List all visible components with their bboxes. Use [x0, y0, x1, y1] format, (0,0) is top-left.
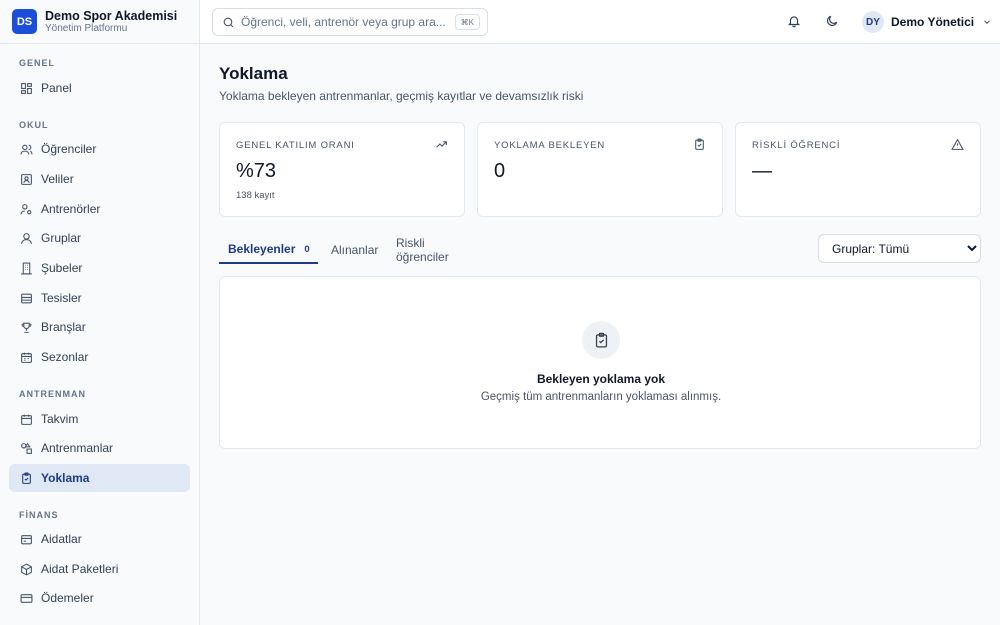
search-input[interactable] — [241, 15, 451, 29]
tab-count-badge: 0 — [304, 243, 310, 255]
clipboard-check-icon — [582, 321, 620, 359]
sidebar-item-label: Takvim — [41, 412, 79, 426]
calendar-icon — [19, 350, 33, 364]
calendar-icon — [19, 412, 33, 426]
sidebar-item-label: Sezonlar — [41, 350, 89, 364]
sidebar-item-label: Panel — [41, 81, 72, 95]
stat-value: — — [752, 160, 772, 182]
sidebar-item-aidatlar[interactable]: Aidatlar — [9, 525, 190, 553]
contact-icon — [19, 172, 33, 186]
topbar: ⌘K DY Demo Yönetici — [200, 0, 1000, 44]
sidebar-item-antrenorler[interactable]: Antrenörler — [9, 195, 190, 223]
warning-icon — [951, 138, 965, 152]
package-icon — [19, 562, 33, 576]
facility-icon — [19, 291, 33, 305]
tab-alinanlar[interactable]: Alınanlar — [331, 236, 378, 264]
empty-state-title: Bekleyen yoklama yok — [536, 372, 666, 386]
stat-card-riskli: RİSKLİ ÖĞRENCİ — — [735, 122, 981, 217]
building-icon — [19, 261, 33, 275]
sidebar-item-veliler[interactable]: Veliler — [9, 165, 190, 193]
sidebar-item-yoklama[interactable]: Yoklama — [9, 464, 190, 492]
sidebar: DS Demo Spor Akademisi Yönetim Platformu… — [0, 0, 200, 625]
sidebar-item-ogrenciler[interactable]: Öğrenciler — [9, 135, 190, 163]
stat-label: RİSKLİ ÖĞRENCİ — [752, 140, 841, 151]
trend-up-icon — [435, 138, 449, 152]
brand-name: Demo Spor Akademisi — [45, 8, 178, 23]
page-title: Yoklama — [219, 64, 288, 83]
shapes-icon — [19, 441, 33, 455]
user-icon — [19, 231, 33, 245]
search-shortcut-badge: ⌘K — [454, 14, 480, 30]
nav-section-antrenman: ANTRENMAN — [19, 389, 86, 399]
tab-label: Riskli öğrenciler — [396, 236, 449, 264]
trophy-icon — [19, 320, 33, 334]
dashboard-icon — [19, 81, 33, 95]
stat-note: 138 kayıt — [236, 190, 275, 201]
sidebar-item-aidat-paketleri[interactable]: Aidat Paketleri — [9, 555, 190, 583]
sidebar-item-label: Tesisler — [41, 291, 82, 305]
sidebar-item-label: Öğrenciler — [41, 142, 97, 156]
brand-subtitle: Yönetim Platformu — [45, 22, 128, 34]
sidebar-item-branslar[interactable]: Branşlar — [9, 313, 190, 341]
nav-section-genel: GENEL — [19, 58, 56, 68]
sidebar-item-gruplar[interactable]: Gruplar — [9, 224, 190, 252]
chevron-down-icon — [984, 20, 991, 24]
empty-state: Bekleyen yoklama yok Geçmiş tüm antrenma… — [219, 276, 981, 449]
sidebar-item-odemeler[interactable]: Ödemeler — [9, 584, 190, 612]
sidebar-item-label: Antrenörler — [41, 202, 101, 216]
empty-state-description: Geçmiş tüm antrenmanların yoklaması alın… — [480, 391, 722, 403]
sidebar-item-takvim[interactable]: Takvim — [9, 405, 190, 433]
sidebar-item-subeler[interactable]: Şubeler — [9, 254, 190, 282]
main-content: Yoklama Yoklama bekleyen antrenmanlar, g… — [200, 44, 1000, 625]
nav-section-okul: OKUL — [19, 120, 49, 130]
stat-value: 0 — [494, 160, 506, 182]
sidebar-item-tesisler[interactable]: Tesisler — [9, 284, 190, 312]
stat-label: YOKLAMA BEKLEYEN — [494, 140, 606, 151]
moon-icon[interactable] — [824, 13, 840, 29]
credit-card-icon — [19, 591, 33, 605]
sidebar-item-sezonlar[interactable]: Sezonlar — [9, 343, 190, 371]
sidebar-item-label: Branşlar — [41, 320, 86, 334]
bell-icon[interactable] — [786, 13, 802, 29]
sidebar-item-label: Şubeler — [41, 261, 83, 275]
nav-section-finans: FİNANS — [19, 510, 59, 520]
sidebar-item-label: Gruplar — [41, 231, 82, 245]
sidebar-item-antrenmanlar[interactable]: Antrenmanlar — [9, 434, 190, 462]
search-box[interactable]: ⌘K — [212, 8, 488, 36]
coach-icon — [19, 202, 33, 216]
avatar: DY — [862, 11, 884, 33]
sidebar-item-label: Veliler — [41, 172, 74, 186]
sidebar-item-panel[interactable]: Panel — [9, 74, 190, 102]
brand-logo: DS — [12, 9, 37, 34]
search-icon — [223, 17, 234, 27]
clipboard-check-icon — [693, 138, 707, 152]
stat-card-bekleyen: YOKLAMA BEKLEYEN 0 — [477, 122, 723, 217]
user-name: Demo Yönetici — [891, 15, 975, 29]
sidebar-item-label: Aidatlar — [41, 532, 82, 546]
tab-riskli-ogrenciler[interactable]: Riskli öğrenciler — [396, 236, 449, 264]
receipt-icon — [19, 532, 33, 546]
tab-label: Bekleyenler — [228, 242, 296, 256]
sidebar-item-label: Ödemeler — [41, 591, 94, 605]
brand[interactable]: DS Demo Spor Akademisi Yönetim Platformu — [0, 0, 199, 44]
group-filter-select[interactable]: Gruplar: Tümü — [818, 234, 981, 263]
page-subtitle: Yoklama bekleyen antrenmanlar, geçmiş ka… — [219, 89, 584, 103]
users-icon — [19, 142, 33, 156]
sidebar-item-label: Antrenmanlar — [41, 441, 114, 455]
stat-label: GENEL KATILIM ORANI — [236, 140, 355, 151]
clipboard-check-icon — [19, 471, 33, 485]
sidebar-item-label: Yoklama — [41, 471, 90, 485]
tab-bekleyenler[interactable]: Bekleyenler 0 — [219, 236, 318, 264]
stat-value: %73 — [236, 160, 277, 182]
stat-card-katilim: GENEL KATILIM ORANI %73 138 kayıt — [219, 122, 465, 217]
tab-label: Alınanlar — [331, 243, 379, 257]
user-menu[interactable]: DY Demo Yönetici — [862, 11, 992, 33]
sidebar-item-label: Aidat Paketleri — [41, 562, 119, 576]
